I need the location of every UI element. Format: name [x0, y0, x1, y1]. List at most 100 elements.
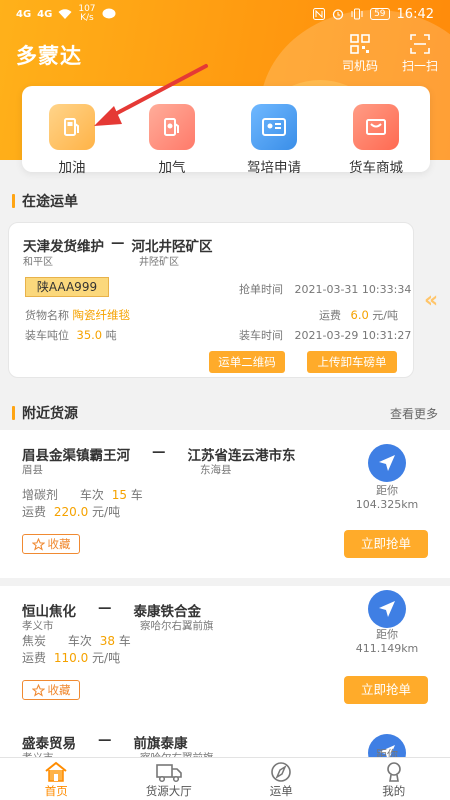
fuel-icon	[49, 104, 95, 150]
goods-name: 焦炭	[22, 634, 47, 648]
favorite-button[interactable]: 收藏	[22, 680, 80, 700]
upload-scale-ticket-button[interactable]: 上传卸车磅单	[307, 351, 397, 373]
driver-code-label: 司机码	[341, 59, 378, 73]
tonnage-value: 35.0	[76, 328, 103, 342]
quick-item-gas[interactable]: 加气	[132, 104, 212, 176]
destination: 泰康铁合金	[133, 604, 202, 620]
navigation-icon[interactable]	[368, 444, 406, 482]
grab-time-row: 抢单时间 2021-03-31 10:33:34	[239, 283, 412, 296]
grab-order-button[interactable]: 立即抢单	[344, 676, 428, 704]
mall-icon	[353, 104, 399, 150]
destination-district: 井陉矿区	[139, 257, 179, 268]
nav-home[interactable]: 首页	[0, 758, 113, 800]
chat-bubble-icon	[102, 8, 116, 19]
view-more-link[interactable]: 查看更多	[390, 405, 438, 422]
cargo-goods-row: 增碳剂 车次 15 车	[22, 488, 143, 502]
destination-district: 东海县	[200, 464, 232, 476]
destination: 江苏省连云港市东	[187, 448, 296, 464]
signal-icon: 4G	[16, 8, 32, 20]
trips-value: 38	[99, 634, 115, 648]
quick-item-label: 加油	[58, 160, 86, 176]
trips-value: 15	[111, 488, 127, 502]
quick-action-panel: 加油 加气 驾培申请 货车商城	[22, 86, 430, 176]
load-time-row: 装车时间 2021-03-29 10:31:27	[239, 329, 412, 342]
nav-waybill[interactable]: 运单	[225, 758, 338, 800]
nav-mine[interactable]: 我的	[338, 758, 450, 800]
wifi-icon	[58, 8, 72, 19]
route-dash: —	[98, 732, 112, 748]
status-bar: 4G 4G 107 K/s 59 16:42	[0, 0, 450, 28]
in-transit-waybill-card[interactable]: 天津发货维护 — 河北井陉矿区 和平区 井陉矿区 陕AAA999 抢单时间 20…	[8, 222, 414, 378]
cargo-route: 眉县金渠镇霸王河 — 江苏省连云港市东	[22, 444, 296, 464]
section-nearby-header: 附近货源 查看更多	[0, 396, 450, 430]
grab-order-button[interactable]: 立即抢单	[344, 530, 428, 558]
origin: 天津发货维护	[23, 239, 104, 255]
freight-value: 220.0	[53, 505, 89, 519]
signal-icon: 4G	[37, 8, 53, 20]
scan-label: 扫一扫	[401, 59, 438, 73]
scan-icon	[410, 34, 430, 54]
goods-name: 增碳剂	[22, 488, 59, 502]
waybill-route: 天津发货维护 — 河北井陉矿区	[23, 235, 213, 255]
cargo-card[interactable]: 盛泰贸易 — 前旗泰康 孝义市 察哈尔右翼前旗 距你	[0, 722, 450, 772]
scan-button[interactable]: 扫一扫	[398, 34, 442, 74]
distance: 距你 411.149km	[355, 628, 419, 655]
distance-value: 411.149km	[355, 642, 419, 655]
section-in-transit-header: 在途运单	[0, 184, 450, 218]
user-icon	[386, 762, 401, 782]
load-time: 2021-03-29 10:31:27	[294, 329, 412, 342]
license-plate: 陕AAA999	[25, 277, 109, 297]
quick-item-fuel[interactable]: 加油	[32, 104, 112, 176]
cargo-route: 盛泰贸易 — 前旗泰康	[22, 732, 188, 752]
section-title: 在途运单	[22, 194, 78, 210]
compass-icon	[271, 762, 292, 782]
cargo-goods-row: 焦炭 车次 38 车	[22, 634, 131, 648]
origin-district: 和平区	[23, 257, 53, 268]
driver-code-button[interactable]: 司机码	[338, 34, 382, 74]
star-icon	[31, 537, 45, 551]
origin: 眉县金渠镇霸王河	[22, 448, 130, 464]
battery-icon: 59	[370, 8, 390, 20]
qr-code-icon	[350, 34, 370, 54]
gas-icon	[149, 104, 195, 150]
chevron-left-icon[interactable]: ‹‹	[424, 288, 438, 313]
origin: 恒山焦化	[22, 604, 76, 620]
quick-item-label: 驾培申请	[247, 160, 301, 176]
network-speed-unit: K/s	[80, 13, 94, 23]
route-dash: —	[111, 235, 125, 251]
destination-district: 察哈尔右翼前旗	[140, 620, 214, 632]
vibrate-icon	[351, 8, 363, 20]
quick-item-driving-training[interactable]: 驾培申请	[234, 104, 314, 176]
goods-name: 陶瓷纤维毯	[72, 308, 131, 322]
alarm-icon	[332, 9, 344, 20]
nav-cargo-hall[interactable]: 货源大厅	[113, 758, 226, 800]
freight-value: 110.0	[53, 651, 89, 665]
navigation-icon[interactable]	[368, 590, 406, 628]
truck-icon	[155, 764, 182, 783]
favorite-button[interactable]: 收藏	[22, 534, 80, 554]
cargo-card[interactable]: 恒山焦化 — 泰康铁合金 孝义市 察哈尔右翼前旗 焦炭 车次 38 车 运费 1…	[0, 586, 450, 734]
destination: 河北井陉矿区	[131, 239, 213, 255]
section-title: 附近货源	[22, 406, 78, 422]
license-icon	[251, 104, 297, 150]
quick-item-label: 加气	[158, 160, 186, 176]
route-dash: —	[152, 444, 166, 460]
destination: 前旗泰康	[133, 736, 188, 752]
cargo-freight-row: 运费 220.0 元/吨	[22, 505, 121, 519]
cargo-card[interactable]: 眉县金渠镇霸王河 — 江苏省连云港市东 眉县 东海县 增碳剂 车次 15 车 运…	[0, 430, 450, 578]
freight-value: 6.0	[350, 308, 369, 322]
cargo-freight-row: 运费 110.0 元/吨	[22, 651, 121, 665]
distance: 距你 104.325km	[355, 484, 419, 511]
app-title: 多蒙达	[16, 44, 82, 68]
distance-value: 104.325km	[355, 498, 419, 511]
goods-row: 货物名称 陶瓷纤维毯	[25, 308, 131, 322]
quick-item-label: 货车商城	[349, 160, 403, 176]
cargo-route: 恒山焦化 — 泰康铁合金	[22, 600, 201, 620]
waybill-qr-button[interactable]: 运单二维码	[209, 351, 285, 373]
freight-row: 运费 6.0 元/吨	[319, 308, 399, 322]
clock: 16:42	[396, 6, 434, 22]
quick-item-truck-mall[interactable]: 货车商城	[336, 104, 416, 176]
tonnage-row: 装车吨位 35.0 吨	[25, 328, 117, 342]
home-icon	[45, 761, 67, 782]
origin-district: 眉县	[22, 464, 43, 476]
